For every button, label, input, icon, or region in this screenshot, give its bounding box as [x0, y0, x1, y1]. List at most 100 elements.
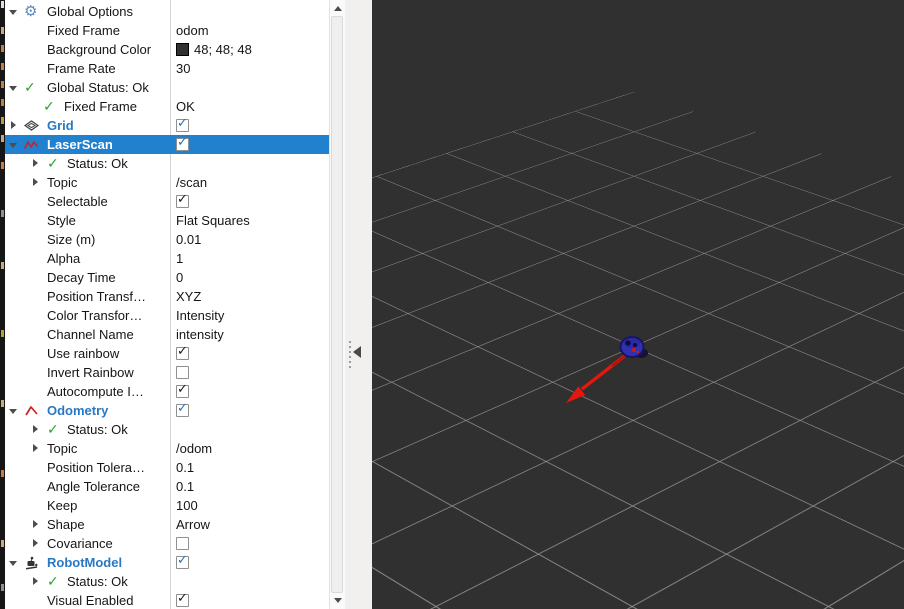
row-global-options[interactable]: ⚙ Global Options — [5, 2, 329, 21]
terminal-text-sliver — [1, 210, 4, 217]
checkbox-check-icon: ✓ — [177, 401, 188, 417]
value-text[interactable]: /scan — [176, 173, 207, 192]
checkbox[interactable] — [176, 537, 189, 550]
expander-icon[interactable] — [30, 439, 42, 458]
value-text[interactable]: OK — [176, 97, 195, 116]
row-decay-time[interactable]: Decay Time 0 — [5, 268, 329, 287]
row-angle-tolerance[interactable]: Angle Tolerance 0.1 — [5, 477, 329, 496]
terminal-text-sliver — [1, 27, 4, 34]
row-color-transfor[interactable]: Color Transfor… Intensity — [5, 306, 329, 325]
row-size-m[interactable]: Size (m) 0.01 — [5, 230, 329, 249]
terminal-text-sliver — [1, 45, 4, 52]
expander-icon[interactable] — [30, 420, 42, 439]
row-selectable[interactable]: Selectable ✓ — [5, 192, 329, 211]
splitter-grip[interactable] — [349, 341, 351, 369]
checkbox[interactable]: ✓ — [176, 119, 189, 132]
value-text[interactable]: 0.01 — [176, 230, 201, 249]
terminal-text-sliver — [1, 330, 4, 337]
scrollbar-thumb[interactable] — [331, 16, 343, 593]
terminal-text-sliver — [1, 135, 4, 142]
terminal-text-sliver — [1, 470, 4, 477]
row-fixed-frame[interactable]: ✓ Fixed Frame OK — [5, 97, 329, 116]
expander-icon[interactable] — [8, 116, 20, 135]
color-swatch[interactable] — [176, 43, 189, 56]
terminal-text-sliver — [1, 400, 4, 407]
row-channel-name[interactable]: Channel Name intensity — [5, 325, 329, 344]
expander-icon[interactable] — [8, 553, 20, 572]
row-background-color[interactable]: Background Color 48; 48; 48 — [5, 40, 329, 59]
status-ok-icon: ✓ — [43, 97, 55, 116]
row-status-ok[interactable]: ✓ Status: Ok — [5, 154, 329, 173]
row-global-status-ok[interactable]: ✓ Global Status: Ok — [5, 78, 329, 97]
panel-scrollbar[interactable] — [329, 0, 345, 609]
row-status-ok[interactable]: ✓ Status: Ok — [5, 420, 329, 439]
row-topic[interactable]: Topic /odom — [5, 439, 329, 458]
row-robotmodel[interactable]: RobotModel ✓ — [5, 553, 329, 572]
value-text[interactable]: 0 — [176, 268, 183, 287]
checkbox[interactable]: ✓ — [176, 594, 189, 607]
odometry-icon — [24, 401, 39, 420]
laserscan-icon — [24, 135, 39, 154]
expander-icon[interactable] — [8, 2, 20, 21]
value-text[interactable]: 30 — [176, 59, 190, 78]
checkbox[interactable]: ✓ — [176, 385, 189, 398]
row-position-tolera[interactable]: Position Tolera… 0.1 — [5, 458, 329, 477]
value-text[interactable]: 0.1 — [176, 458, 194, 477]
value-text[interactable]: 0.1 — [176, 477, 194, 496]
row-shape[interactable]: Shape Arrow — [5, 515, 329, 534]
row-frame-rate[interactable]: Frame Rate 30 — [5, 59, 329, 78]
value-text[interactable]: Flat Squares — [176, 211, 250, 230]
row-use-rainbow[interactable]: Use rainbow ✓ — [5, 344, 329, 363]
row-alpha[interactable]: Alpha 1 — [5, 249, 329, 268]
expander-icon[interactable] — [8, 78, 20, 97]
row-topic[interactable]: Topic /scan — [5, 173, 329, 192]
row-covariance[interactable]: Covariance — [5, 534, 329, 553]
value-text[interactable]: 100 — [176, 496, 198, 515]
value-text[interactable]: intensity — [176, 325, 224, 344]
checkbox[interactable]: ✓ — [176, 138, 189, 151]
checkbox[interactable]: ✓ — [176, 347, 189, 360]
expander-icon[interactable] — [30, 515, 42, 534]
panel-splitter[interactable] — [345, 0, 372, 609]
scroll-down-icon — [334, 598, 342, 603]
value-text[interactable]: 48; 48; 48 — [194, 40, 252, 59]
scroll-down-button[interactable] — [330, 593, 345, 608]
row-position-transf[interactable]: Position Transf… XYZ — [5, 287, 329, 306]
terminal-text-sliver — [1, 117, 4, 124]
expander-icon[interactable] — [8, 135, 20, 154]
value-text[interactable]: /odom — [176, 439, 212, 458]
row-keep[interactable]: Keep 100 — [5, 496, 329, 515]
row-style[interactable]: Style Flat Squares — [5, 211, 329, 230]
row-fixed-frame[interactable]: Fixed Frame odom — [5, 21, 329, 40]
row-laserscan[interactable]: LaserScan ✓ — [5, 135, 329, 154]
value-text[interactable]: 1 — [176, 249, 183, 268]
expander-icon[interactable] — [30, 154, 42, 173]
checkbox[interactable] — [176, 366, 189, 379]
value-text[interactable]: odom — [176, 21, 209, 40]
row-autocompute-i[interactable]: Autocompute I… ✓ — [5, 382, 329, 401]
terminal-text-sliver — [1, 63, 4, 70]
checkbox[interactable]: ✓ — [176, 556, 189, 569]
checkbox[interactable]: ✓ — [176, 404, 189, 417]
expander-icon[interactable] — [30, 173, 42, 192]
value-text[interactable]: Intensity — [176, 306, 224, 325]
scroll-up-button[interactable] — [330, 1, 345, 16]
row-invert-rainbow[interactable]: Invert Rainbow — [5, 363, 329, 382]
splitter-collapse-button[interactable] — [353, 346, 361, 358]
value-text[interactable]: XYZ — [176, 287, 201, 306]
viewport-3d[interactable] — [372, 0, 904, 609]
row-grid[interactable]: Grid ✓ — [5, 116, 329, 135]
row-visual-enabled[interactable]: Visual Enabled ✓ — [5, 591, 329, 609]
value-text[interactable]: Arrow — [176, 515, 210, 534]
row-status-ok[interactable]: ✓ Status: Ok — [5, 572, 329, 591]
terminal-text-sliver — [1, 81, 4, 88]
row-odometry[interactable]: Odometry ✓ — [5, 401, 329, 420]
expander-icon[interactable] — [8, 401, 20, 420]
grid-icon — [24, 116, 39, 135]
checkbox[interactable]: ✓ — [176, 195, 189, 208]
expander-icon[interactable] — [30, 534, 42, 553]
scene-overlay — [372, 0, 904, 609]
expander-icon[interactable] — [30, 572, 42, 591]
displays-panel: ⚙ Global Options Fixed Frame odom Backgr… — [5, 0, 329, 609]
checkbox-check-icon: ✓ — [177, 382, 188, 398]
